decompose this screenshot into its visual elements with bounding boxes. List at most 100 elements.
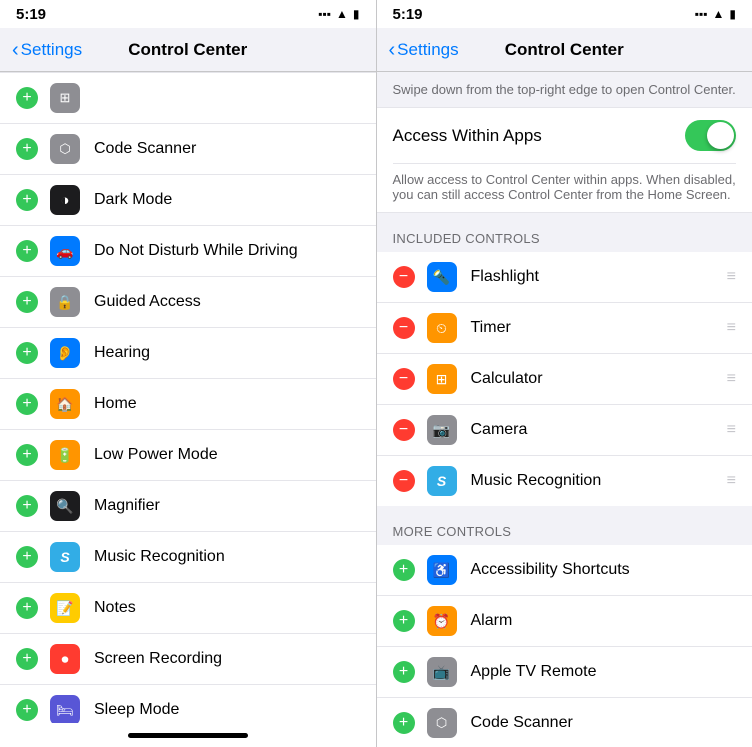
add-button[interactable]: + — [16, 291, 38, 313]
flashlight-icon: 🔦 — [427, 262, 457, 292]
item-icon: ⬡ — [50, 134, 80, 164]
accessibility-icon: ♿ — [427, 555, 457, 585]
code-scanner-icon: ⬡ — [427, 708, 457, 738]
left-status-bar: 5:19 ▪▪▪ ▲ ▮ — [0, 0, 376, 28]
remove-button-timer[interactable]: − — [393, 317, 415, 339]
left-back-chevron-icon: ‹ — [12, 40, 19, 60]
more-item-alarm[interactable]: + ⏰ Alarm — [377, 596, 752, 647]
drag-handle-timer[interactable]: ≡ — [727, 319, 736, 337]
right-scroll[interactable]: INCLUDED CONTROLS − 🔦 Flashlight ≡ − ⏲ T… — [377, 213, 752, 747]
remove-button-calculator[interactable]: − — [393, 368, 415, 390]
item-label: Notes — [94, 599, 360, 617]
battery-icon: ▮ — [353, 7, 360, 21]
item-label: Magnifier — [94, 497, 360, 515]
item-icon: 🚗 — [50, 236, 80, 266]
add-button[interactable]: + — [16, 240, 38, 262]
list-item[interactable]: + 🔋 Low Power Mode — [0, 430, 376, 481]
right-panel: 5:19 ▪▪▪ ▲ ▮ ‹ Settings Control Center S… — [377, 0, 752, 747]
item-label: Guided Access — [94, 293, 360, 311]
list-item[interactable]: + 👂 Hearing — [0, 328, 376, 379]
list-item[interactable]: + 🔒 Guided Access — [0, 277, 376, 328]
list-item[interactable]: + ⊞ — [0, 72, 376, 124]
add-button[interactable]: + — [16, 699, 38, 721]
remove-button-camera[interactable]: − — [393, 419, 415, 441]
included-controls-list: − 🔦 Flashlight ≡ − ⏲ Timer ≡ − ⊞ Calcula… — [377, 252, 752, 506]
list-item[interactable]: + 📝 Notes — [0, 583, 376, 634]
more-item-accessibility[interactable]: + ♿ Accessibility Shortcuts — [377, 545, 752, 596]
item-icon: 👂 — [50, 338, 80, 368]
signal-icon: ▪▪▪ — [318, 7, 331, 21]
add-button-code-scanner[interactable]: + — [393, 712, 415, 734]
list-item[interactable]: + 🚗 Do Not Disturb While Driving — [0, 226, 376, 277]
calculator-icon: ⊞ — [427, 364, 457, 394]
more-item-code-scanner[interactable]: + ⬡ Code Scanner — [377, 698, 752, 747]
camera-label: Camera — [471, 421, 727, 439]
remove-button-music-recognition[interactable]: − — [393, 470, 415, 492]
item-icon: 📝 — [50, 593, 80, 623]
included-item-music-recognition[interactable]: − S Music Recognition ≡ — [377, 456, 752, 506]
add-button[interactable]: + — [16, 597, 38, 619]
drag-handle-music[interactable]: ≡ — [727, 472, 736, 490]
right-status-icons: ▪▪▪ ▲ ▮ — [695, 7, 736, 21]
drag-handle-camera[interactable]: ≡ — [727, 421, 736, 439]
included-item-calculator[interactable]: − ⊞ Calculator ≡ — [377, 354, 752, 405]
add-button[interactable]: + — [16, 546, 38, 568]
drag-handle-flashlight[interactable]: ≡ — [727, 268, 736, 286]
add-button[interactable]: + — [16, 495, 38, 517]
item-label: Code Scanner — [94, 140, 360, 158]
more-item-apple-tv[interactable]: + 📺 Apple TV Remote — [377, 647, 752, 698]
access-within-apps-toggle[interactable] — [685, 120, 736, 151]
right-status-bar: 5:19 ▪▪▪ ▲ ▮ — [377, 0, 752, 28]
included-item-camera[interactable]: − 📷 Camera ≡ — [377, 405, 752, 456]
drag-handle-calculator[interactable]: ≡ — [727, 370, 736, 388]
list-item[interactable]: + 🏠 Home — [0, 379, 376, 430]
access-within-apps-section: Access Within Apps Allow access to Contr… — [377, 108, 752, 213]
included-item-flashlight[interactable]: − 🔦 Flashlight ≡ — [377, 252, 752, 303]
add-button[interactable]: + — [16, 189, 38, 211]
add-button-accessibility[interactable]: + — [393, 559, 415, 581]
add-button[interactable]: + — [16, 648, 38, 670]
right-nav-bar: ‹ Settings Control Center — [377, 28, 752, 72]
left-back-label: Settings — [21, 40, 82, 60]
list-item[interactable]: + 🔍 Magnifier — [0, 481, 376, 532]
right-nav-title: Control Center — [505, 40, 624, 60]
accessibility-label: Accessibility Shortcuts — [471, 561, 737, 579]
left-back-button[interactable]: ‹ Settings — [12, 40, 82, 60]
add-button[interactable]: + — [16, 138, 38, 160]
access-within-apps-row: Access Within Apps — [393, 108, 737, 164]
left-panel: 5:19 ▪▪▪ ▲ ▮ ‹ Settings Control Center +… — [0, 0, 376, 747]
item-icon: ⏺ — [50, 644, 80, 674]
list-item[interactable]: + ⬡ Code Scanner — [0, 124, 376, 175]
item-label: Do Not Disturb While Driving — [94, 242, 360, 260]
item-icon: 🛏 — [50, 695, 80, 723]
left-home-indicator — [0, 723, 376, 747]
list-item[interactable]: + 🛏 Sleep Mode — [0, 685, 376, 723]
included-item-timer[interactable]: − ⏲ Timer ≡ — [377, 303, 752, 354]
add-button-apple-tv[interactable]: + — [393, 661, 415, 683]
item-icon: 🏠 — [50, 389, 80, 419]
add-button-alarm[interactable]: + — [393, 610, 415, 632]
add-button[interactable]: + — [16, 87, 38, 109]
remove-button-flashlight[interactable]: − — [393, 266, 415, 288]
item-label: Music Recognition — [94, 548, 360, 566]
left-status-icons: ▪▪▪ ▲ ▮ — [318, 7, 359, 21]
list-item[interactable]: + ⏺ Screen Recording — [0, 634, 376, 685]
music-recognition-label: Music Recognition — [471, 472, 727, 490]
item-label: Home — [94, 395, 360, 413]
add-button[interactable]: + — [16, 342, 38, 364]
item-label: Dark Mode — [94, 191, 360, 209]
list-item[interactable]: + S Music Recognition — [0, 532, 376, 583]
left-nav-title: Control Center — [128, 40, 247, 60]
add-button[interactable]: + — [16, 444, 38, 466]
flashlight-label: Flashlight — [471, 268, 727, 286]
left-list[interactable]: + ⊞ + ⬡ Code Scanner + ◑ Dark Mode + 🚗 D… — [0, 72, 376, 723]
left-status-time: 5:19 — [16, 6, 46, 23]
camera-icon: 📷 — [427, 415, 457, 445]
add-button[interactable]: + — [16, 393, 38, 415]
right-wifi-icon: ▲ — [713, 7, 725, 21]
access-within-apps-label: Access Within Apps — [393, 126, 542, 146]
list-item[interactable]: + ◑ Dark Mode — [0, 175, 376, 226]
item-icon: S — [50, 542, 80, 572]
right-back-button[interactable]: ‹ Settings — [389, 40, 459, 60]
calculator-label: Calculator — [471, 370, 727, 388]
